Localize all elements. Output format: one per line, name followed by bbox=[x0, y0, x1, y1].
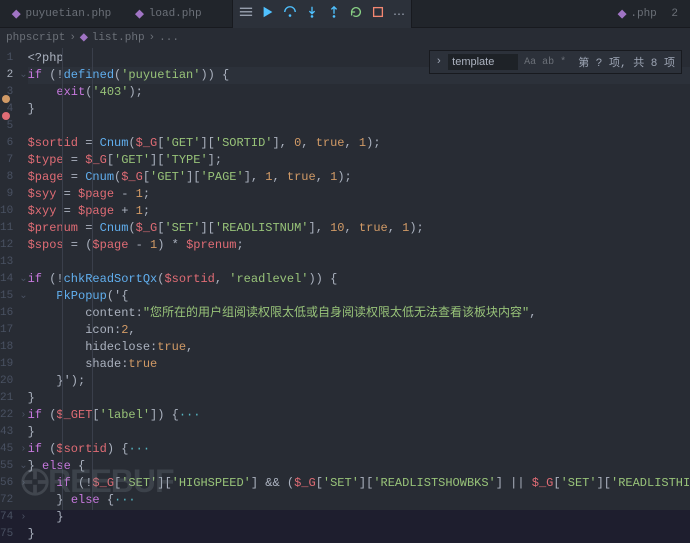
php-icon: ◆ bbox=[135, 7, 143, 21]
php-icon: ◆ bbox=[80, 32, 88, 44]
debug-toolbar: ⋯ bbox=[232, 0, 412, 28]
restart-icon[interactable] bbox=[349, 5, 363, 23]
find-status: 第 ? 项, 共 8 项 bbox=[578, 54, 675, 70]
breakpoint-icon[interactable] bbox=[2, 95, 10, 103]
whole-word[interactable]: ab bbox=[542, 57, 554, 68]
find-input[interactable] bbox=[448, 54, 518, 70]
tab-label: puyuetian.php bbox=[25, 8, 111, 20]
crumb[interactable]: list.php bbox=[92, 32, 145, 44]
breadcrumb[interactable]: phpscript› ◆ list.php› ... bbox=[0, 28, 690, 48]
watermark: REEBUF bbox=[20, 463, 174, 500]
menu-icon[interactable] bbox=[239, 5, 253, 23]
more-icon[interactable]: ⋯ bbox=[393, 7, 405, 22]
editor: 1234567891011121314151617181920212243455… bbox=[0, 48, 690, 510]
tab-right[interactable]: ◆.php 2 bbox=[618, 0, 678, 28]
stop-icon[interactable] bbox=[371, 5, 385, 23]
match-case[interactable]: Aa bbox=[524, 57, 536, 68]
tab-label: load.php bbox=[149, 8, 202, 20]
chevron-right-icon[interactable]: › bbox=[436, 56, 443, 68]
code-area[interactable]: <?phpif (!defined('puyuetian')) { exit('… bbox=[28, 48, 690, 510]
indent-guide bbox=[62, 48, 63, 510]
find-bar: › Aa ab * 第 ? 项, 共 8 项 bbox=[429, 50, 682, 74]
breakpoint-icon[interactable] bbox=[2, 112, 10, 120]
tab-load[interactable]: ◆ load.php bbox=[123, 0, 213, 28]
tab-puyuetian[interactable]: ◆ puyuetian.php bbox=[0, 0, 123, 28]
step-into-icon[interactable] bbox=[305, 5, 319, 23]
step-out-icon[interactable] bbox=[327, 5, 341, 23]
fold-gutter[interactable]: ⌄⌄⌄››⌄›› bbox=[19, 48, 27, 510]
php-icon: ◆ bbox=[618, 7, 626, 21]
step-over-icon[interactable] bbox=[283, 5, 297, 23]
crumb[interactable]: phpscript bbox=[6, 32, 65, 44]
continue-icon[interactable] bbox=[261, 5, 275, 23]
crumb[interactable]: ... bbox=[159, 32, 179, 44]
indent-guide bbox=[92, 48, 93, 510]
php-icon: ◆ bbox=[12, 7, 20, 21]
regex[interactable]: * bbox=[560, 57, 566, 68]
